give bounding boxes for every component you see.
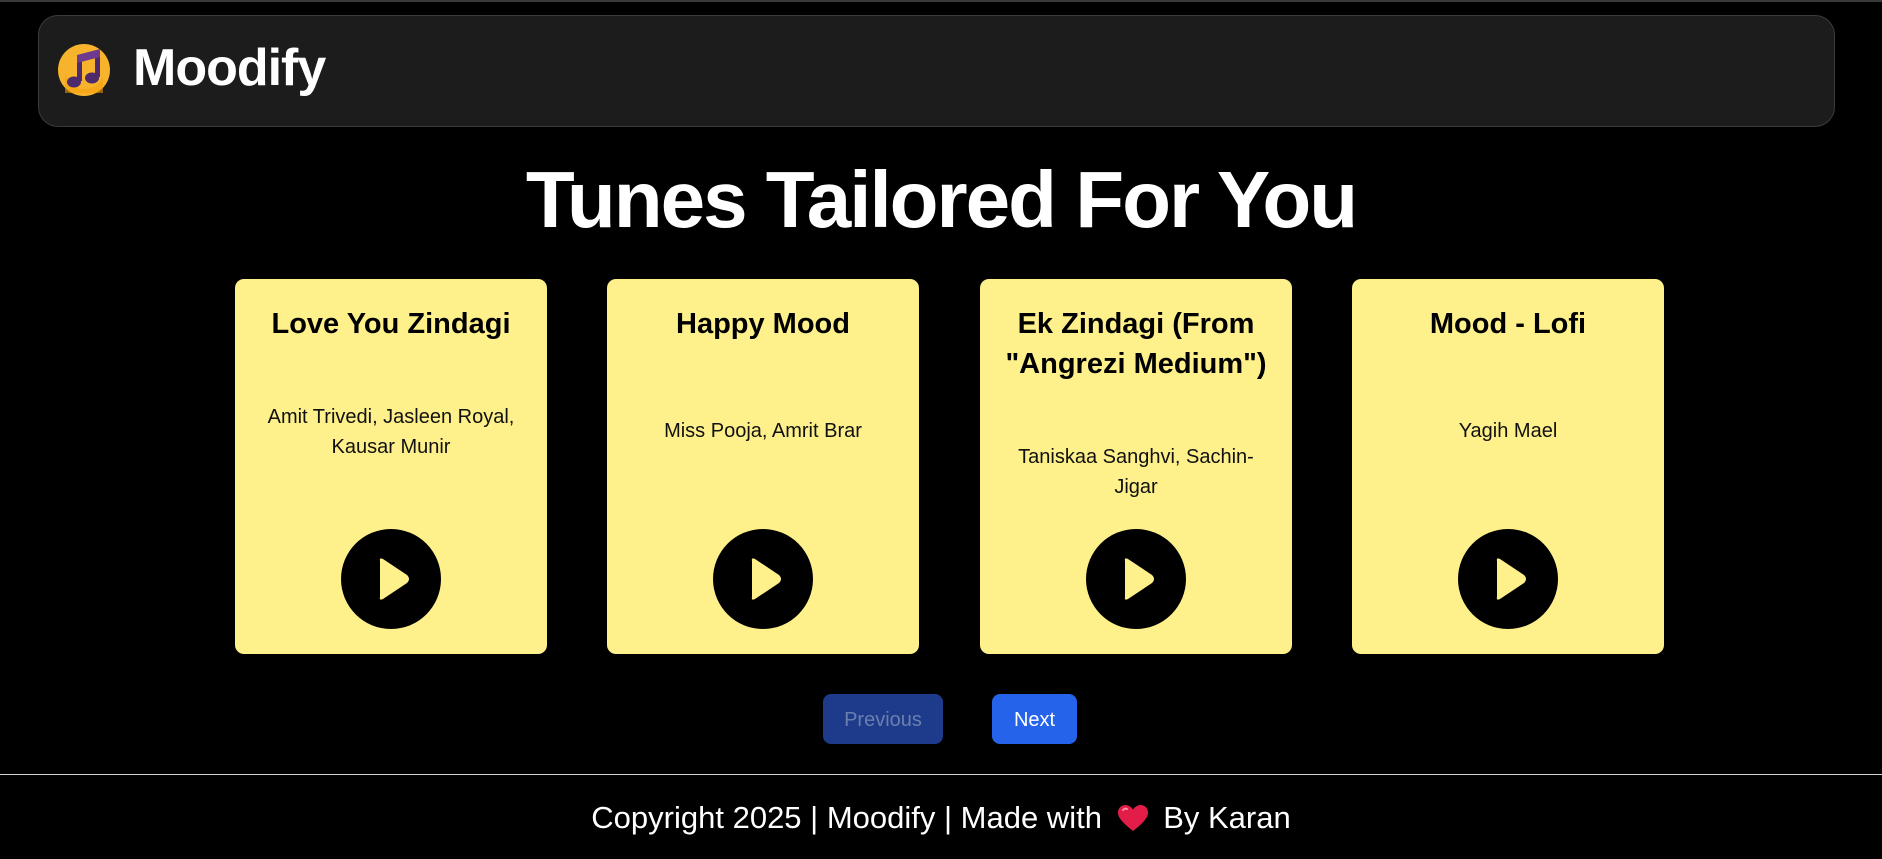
song-artist: Amit Trivedi, Jasleen Royal, Kausar Muni… bbox=[267, 406, 515, 458]
play-button[interactable] bbox=[713, 529, 813, 629]
play-button[interactable] bbox=[341, 529, 441, 629]
song-artist: Taniskaa Sanghvi, Sachin-Jigar bbox=[1018, 446, 1254, 498]
play-icon bbox=[1496, 558, 1526, 600]
song-title: Mood - Lofi bbox=[1429, 308, 1587, 340]
song-card: Mood - Lofi Yagih Mael bbox=[1352, 279, 1664, 654]
song-card: Love You Zindagi Amit Trivedi, Jasleen R… bbox=[235, 279, 547, 654]
footer-divider bbox=[0, 774, 1882, 775]
footer: Copyright 2025 | Moodify | Made with By … bbox=[0, 800, 1882, 836]
brand-name[interactable]: Moodify bbox=[133, 38, 326, 98]
song-artist: Yagih Mael bbox=[1458, 420, 1558, 442]
play-icon bbox=[751, 558, 781, 600]
footer-copyright: Copyright 2025 | Moodify | Made with bbox=[591, 800, 1102, 835]
navbar: Moodify bbox=[38, 15, 1835, 127]
page-title: Tunes Tailored For You bbox=[525, 155, 1358, 244]
top-border bbox=[0, 0, 1882, 2]
next-button[interactable]: Next bbox=[992, 694, 1077, 744]
song-artist: Miss Pooja, Amrit Brar bbox=[664, 420, 862, 442]
play-button[interactable] bbox=[1458, 529, 1558, 629]
song-title: Ek Zindagi (From "Angrezi Medium") bbox=[1005, 308, 1267, 380]
song-cards: Love You Zindagi Amit Trivedi, Jasleen R… bbox=[0, 279, 1882, 654]
play-icon bbox=[379, 558, 409, 600]
play-button[interactable] bbox=[1086, 529, 1186, 629]
song-title: Happy Mood bbox=[676, 308, 850, 340]
previous-button[interactable]: Previous bbox=[823, 694, 943, 744]
song-card: Happy Mood Miss Pooja, Amrit Brar bbox=[607, 279, 919, 654]
music-note-logo-icon[interactable] bbox=[57, 43, 111, 97]
song-title: Love You Zindagi bbox=[271, 308, 511, 340]
play-icon bbox=[1124, 558, 1154, 600]
song-card: Ek Zindagi (From "Angrezi Medium") Tanis… bbox=[980, 279, 1292, 654]
heart-icon bbox=[1117, 804, 1149, 832]
footer-author: By Karan bbox=[1163, 800, 1291, 835]
